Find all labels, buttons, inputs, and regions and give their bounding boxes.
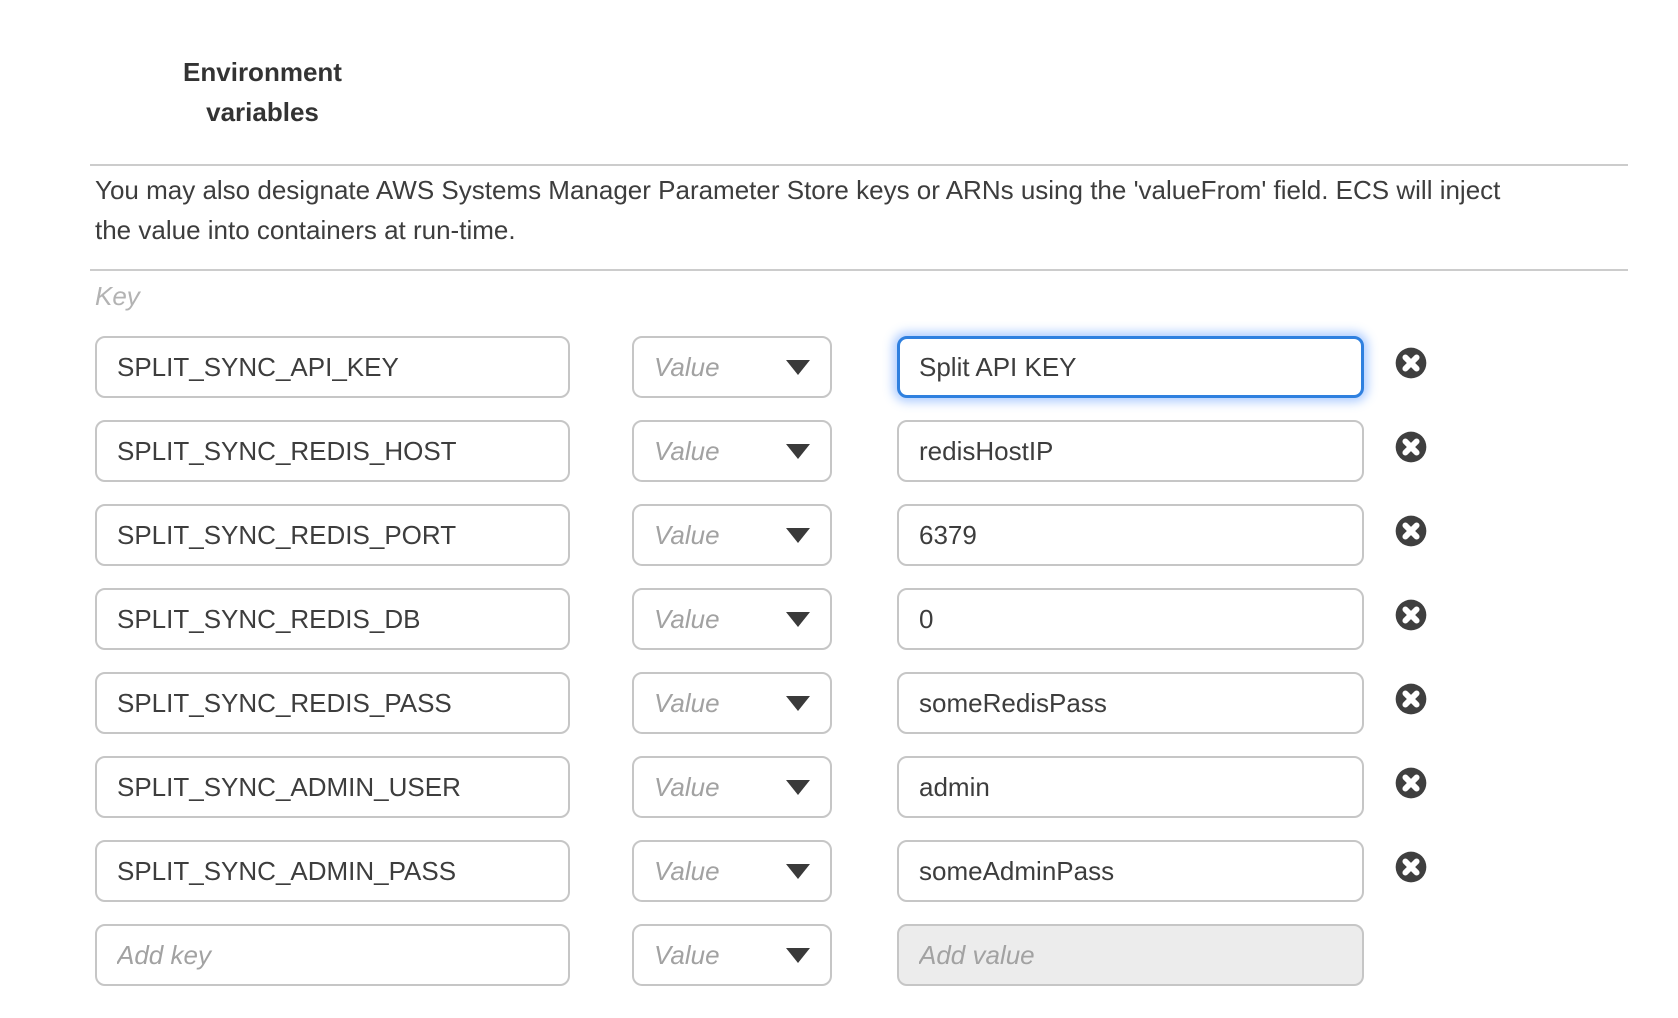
env-var-rows: Value Value Value <box>95 336 1427 1008</box>
remove-button[interactable] <box>1395 599 1427 631</box>
caret-down-icon <box>786 360 810 375</box>
key-column-header: Key <box>95 281 140 312</box>
env-var-row: Value <box>95 336 1427 398</box>
value-type-select[interactable]: Value <box>632 420 832 482</box>
caret-down-icon <box>786 444 810 459</box>
env-var-row: Value <box>95 420 1427 482</box>
circle-x-icon <box>1395 851 1427 883</box>
value-type-label: Value <box>654 436 720 467</box>
value-input[interactable] <box>897 336 1364 398</box>
key-input[interactable] <box>95 420 570 482</box>
description-line-1: You may also designate AWS Systems Manag… <box>95 170 1640 210</box>
circle-x-icon <box>1395 515 1427 547</box>
circle-x-icon <box>1395 347 1427 379</box>
value-type-label: Value <box>654 856 720 887</box>
value-type-select[interactable]: Value <box>632 840 832 902</box>
circle-x-icon <box>1395 599 1427 631</box>
env-var-row: Value <box>95 504 1427 566</box>
value-input[interactable] <box>897 840 1364 902</box>
remove-button[interactable] <box>1395 767 1427 799</box>
key-input[interactable] <box>95 756 570 818</box>
caret-down-icon <box>786 780 810 795</box>
remove-button[interactable] <box>1395 431 1427 463</box>
value-type-select[interactable]: Value <box>632 672 832 734</box>
env-var-row: Value <box>95 840 1427 902</box>
remove-button[interactable] <box>1395 683 1427 715</box>
key-input[interactable] <box>95 840 570 902</box>
value-type-label: Value <box>654 688 720 719</box>
value-type-label: Value <box>654 772 720 803</box>
add-value-input[interactable] <box>897 924 1364 986</box>
circle-x-icon <box>1395 683 1427 715</box>
add-key-input[interactable] <box>95 924 570 986</box>
bottom-divider <box>90 269 1628 271</box>
remove-button[interactable] <box>1395 851 1427 883</box>
value-type-select[interactable]: Value <box>632 924 832 986</box>
env-var-row: Value <box>95 672 1427 734</box>
caret-down-icon <box>786 612 810 627</box>
environment-variables-form: Environment variables You may also desig… <box>0 0 1678 1018</box>
value-input[interactable] <box>897 756 1364 818</box>
value-type-select[interactable]: Value <box>632 336 832 398</box>
circle-x-icon <box>1395 767 1427 799</box>
value-type-label: Value <box>654 604 720 635</box>
remove-button[interactable] <box>1395 515 1427 547</box>
key-input[interactable] <box>95 336 570 398</box>
description-line-2: the value into containers at run-time. <box>95 210 1640 250</box>
value-type-label: Value <box>654 940 720 971</box>
section-label: Environment variables <box>160 52 365 132</box>
key-input[interactable] <box>95 588 570 650</box>
key-input[interactable] <box>95 504 570 566</box>
value-type-label: Value <box>654 352 720 383</box>
value-type-label: Value <box>654 520 720 551</box>
remove-button[interactable] <box>1395 347 1427 379</box>
value-type-select[interactable]: Value <box>632 504 832 566</box>
value-input[interactable] <box>897 672 1364 734</box>
key-input[interactable] <box>95 672 570 734</box>
description-text: You may also designate AWS Systems Manag… <box>95 170 1640 250</box>
add-env-var-row: Value <box>95 924 1427 986</box>
circle-x-icon <box>1395 431 1427 463</box>
caret-down-icon <box>786 696 810 711</box>
value-input[interactable] <box>897 504 1364 566</box>
top-divider <box>90 164 1628 166</box>
value-type-select[interactable]: Value <box>632 756 832 818</box>
value-input[interactable] <box>897 420 1364 482</box>
caret-down-icon <box>786 948 810 963</box>
caret-down-icon <box>786 528 810 543</box>
env-var-row: Value <box>95 588 1427 650</box>
value-type-select[interactable]: Value <box>632 588 832 650</box>
value-input[interactable] <box>897 588 1364 650</box>
env-var-row: Value <box>95 756 1427 818</box>
caret-down-icon <box>786 864 810 879</box>
